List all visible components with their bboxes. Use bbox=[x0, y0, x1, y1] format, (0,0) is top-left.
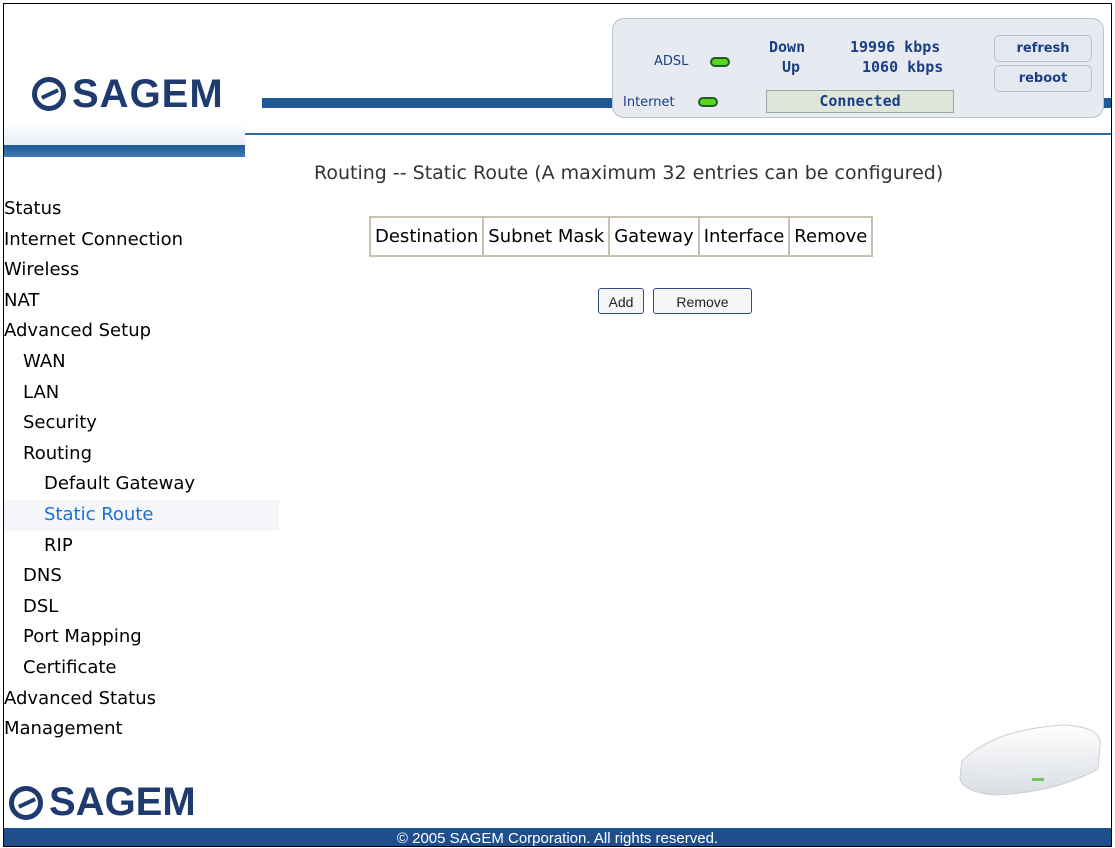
header-blue-bar bbox=[262, 98, 642, 108]
column-header-destination: Destination bbox=[370, 217, 484, 256]
sagem-logo-icon bbox=[32, 77, 66, 111]
sidebar-item-advanced-setup[interactable]: Advanced Setup bbox=[4, 316, 249, 347]
sidebar-item-status[interactable]: Status bbox=[4, 194, 249, 225]
remove-button[interactable]: Remove bbox=[653, 288, 752, 314]
page-frame: SAGEM ADSL Internet Down 19996 kbps Up 1… bbox=[3, 3, 1112, 847]
sidebar-item-default-gateway[interactable]: Default Gateway bbox=[4, 469, 249, 500]
brand-name: SAGEM bbox=[72, 72, 224, 116]
sidebar-item-wan[interactable]: WAN bbox=[4, 347, 249, 378]
sidebar-nav: Status Internet Connection Wireless NAT Adva… bbox=[4, 194, 279, 745]
up-rate: 1060 kbps bbox=[862, 58, 944, 76]
sidebar-header-fade bbox=[4, 122, 245, 145]
footer: © 2005 SAGEM Corporation. All rights res… bbox=[4, 828, 1111, 846]
sidebar-item-rip[interactable]: RIP bbox=[4, 531, 249, 562]
header: SAGEM ADSL Internet Down 19996 kbps Up 1… bbox=[4, 4, 1111, 157]
sagem-logo-bottom: SAGEM bbox=[9, 780, 196, 825]
sagem-logo-icon bbox=[9, 785, 43, 820]
brand-name-bottom: SAGEM bbox=[49, 780, 196, 824]
static-route-table: Destination Subnet Mask Gateway Interface Re… bbox=[369, 216, 874, 257]
column-header-remove: Remove bbox=[789, 217, 873, 256]
sidebar-item-port-mapping[interactable]: Port Mapping bbox=[4, 622, 249, 653]
internet-led-icon bbox=[698, 97, 718, 107]
sidebar-item-certificate[interactable]: Certificate bbox=[4, 653, 249, 684]
sidebar-item-routing[interactable]: Routing bbox=[4, 439, 249, 470]
adsl-led-icon bbox=[710, 57, 730, 67]
sidebar-item-static-route[interactable]: Static Route bbox=[4, 499, 279, 531]
sidebar-item-security[interactable]: Security bbox=[4, 408, 249, 439]
sidebar-item-lan[interactable]: LAN bbox=[4, 378, 249, 409]
up-label: Up bbox=[782, 58, 801, 76]
down-label: Down bbox=[769, 38, 806, 56]
down-rate: 19996 kbps bbox=[850, 38, 941, 56]
modem-device-icon bbox=[959, 724, 1101, 796]
column-header-gateway: Gateway bbox=[609, 217, 699, 256]
column-header-subnet-mask: Subnet Mask bbox=[483, 217, 610, 256]
sidebar-item-dns[interactable]: DNS bbox=[4, 561, 249, 592]
sidebar-item-nat[interactable]: NAT bbox=[4, 286, 249, 317]
refresh-button[interactable]: refresh bbox=[994, 35, 1092, 62]
internet-label: Internet bbox=[623, 95, 675, 110]
sidebar-item-management[interactable]: Management bbox=[4, 714, 249, 745]
page-title: Routing -- Static Route (A maximum 32 en… bbox=[314, 162, 944, 184]
sidebar-item-advanced-status[interactable]: Advanced Status bbox=[4, 684, 249, 715]
sidebar-item-dsl[interactable]: DSL bbox=[4, 592, 249, 623]
adsl-label: ADSL bbox=[654, 54, 689, 69]
sidebar-header-bar bbox=[4, 145, 245, 157]
table-header-row: Destination Subnet Mask Gateway Interface Re… bbox=[370, 217, 873, 256]
add-button[interactable]: Add bbox=[598, 288, 644, 314]
connection-status: Connected bbox=[766, 90, 954, 113]
column-header-interface: Interface bbox=[698, 217, 790, 256]
header-divider bbox=[245, 133, 1111, 135]
sidebar-item-internet-connection[interactable]: Internet Connection bbox=[4, 225, 249, 256]
sidebar-item-wireless[interactable]: Wireless bbox=[4, 255, 249, 286]
reboot-button[interactable]: reboot bbox=[994, 65, 1092, 92]
